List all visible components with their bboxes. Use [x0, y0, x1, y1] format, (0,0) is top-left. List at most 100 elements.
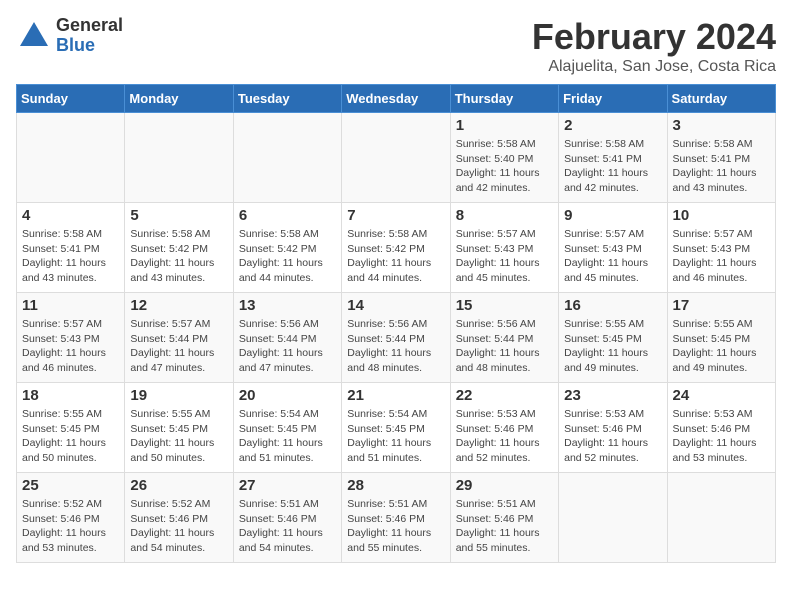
day-info: Sunrise: 5:55 AM Sunset: 5:45 PM Dayligh… [564, 317, 661, 376]
day-info: Sunrise: 5:58 AM Sunset: 5:41 PM Dayligh… [22, 227, 119, 286]
day-number: 5 [130, 207, 227, 224]
day-info: Sunrise: 5:58 AM Sunset: 5:42 PM Dayligh… [239, 227, 336, 286]
logo-blue: Blue [56, 36, 123, 56]
calendar-day-cell: 4 Sunrise: 5:58 AM Sunset: 5:41 PM Daylig… [17, 203, 125, 293]
day-number: 16 [564, 297, 661, 314]
calendar-day-cell: 10 Sunrise: 5:57 AM Sunset: 5:43 PM Dayli… [667, 203, 775, 293]
calendar-day-cell: 28 Sunrise: 5:51 AM Sunset: 5:46 PM Dayli… [342, 473, 450, 563]
weekday-header: Monday [125, 85, 233, 113]
day-info: Sunrise: 5:58 AM Sunset: 5:40 PM Dayligh… [456, 137, 553, 196]
calendar-week-row: 11 Sunrise: 5:57 AM Sunset: 5:43 PM Dayli… [17, 293, 776, 383]
weekday-header: Sunday [17, 85, 125, 113]
calendar-day-cell [125, 113, 233, 203]
day-number: 8 [456, 207, 553, 224]
day-number: 7 [347, 207, 444, 224]
calendar-day-cell [233, 113, 341, 203]
calendar-day-cell: 13 Sunrise: 5:56 AM Sunset: 5:44 PM Dayli… [233, 293, 341, 383]
calendar-day-cell: 7 Sunrise: 5:58 AM Sunset: 5:42 PM Daylig… [342, 203, 450, 293]
calendar-week-row: 1Sunrise: 5:58 AM Sunset: 5:40 PM Daylig… [17, 113, 776, 203]
calendar-day-cell: 3 Sunrise: 5:58 AM Sunset: 5:41 PM Daylig… [667, 113, 775, 203]
location: Alajuelita, San Jose, Costa Rica [532, 58, 776, 76]
day-info: Sunrise: 5:57 AM Sunset: 5:43 PM Dayligh… [673, 227, 770, 286]
day-info: Sunrise: 5:51 AM Sunset: 5:46 PM Dayligh… [456, 497, 553, 556]
calendar-day-cell: 21Sunrise: 5:54 AM Sunset: 5:45 PM Dayli… [342, 383, 450, 473]
day-info: Sunrise: 5:53 AM Sunset: 5:46 PM Dayligh… [456, 407, 553, 466]
day-number: 25 [22, 477, 119, 494]
title-block: February 2024 Alajuelita, San Jose, Cost… [532, 16, 776, 76]
day-info: Sunrise: 5:54 AM Sunset: 5:45 PM Dayligh… [239, 407, 336, 466]
weekday-header: Friday [559, 85, 667, 113]
day-number: 19 [130, 387, 227, 404]
calendar-day-cell: 14 Sunrise: 5:56 AM Sunset: 5:44 PM Dayli… [342, 293, 450, 383]
day-info: Sunrise: 5:52 AM Sunset: 5:46 PM Dayligh… [22, 497, 119, 556]
day-info: Sunrise: 5:58 AM Sunset: 5:41 PM Dayligh… [673, 137, 770, 196]
weekday-header: Wednesday [342, 85, 450, 113]
day-info: Sunrise: 5:56 AM Sunset: 5:44 PM Dayligh… [347, 317, 444, 376]
calendar-day-cell: 22 Sunrise: 5:53 AM Sunset: 5:46 PM Dayli… [450, 383, 558, 473]
day-number: 23 [564, 387, 661, 404]
day-info: Sunrise: 5:58 AM Sunset: 5:42 PM Dayligh… [130, 227, 227, 286]
day-info: Sunrise: 5:57 AM Sunset: 5:43 PM Dayligh… [456, 227, 553, 286]
calendar-day-cell: 12 Sunrise: 5:57 AM Sunset: 5:44 PM Dayli… [125, 293, 233, 383]
logo: General Blue [16, 16, 123, 56]
day-info: Sunrise: 5:52 AM Sunset: 5:46 PM Dayligh… [130, 497, 227, 556]
day-info: Sunrise: 5:53 AM Sunset: 5:46 PM Dayligh… [564, 407, 661, 466]
day-number: 3 [673, 117, 770, 134]
calendar-day-cell: 9 Sunrise: 5:57 AM Sunset: 5:43 PM Daylig… [559, 203, 667, 293]
calendar-day-cell: 26 Sunrise: 5:52 AM Sunset: 5:46 PM Dayli… [125, 473, 233, 563]
month-title: February 2024 [532, 16, 776, 58]
calendar-day-cell: 17 Sunrise: 5:55 AM Sunset: 5:45 PM Dayli… [667, 293, 775, 383]
calendar-table: SundayMondayTuesdayWednesdayThursdayFrid… [16, 84, 776, 563]
day-number: 15 [456, 297, 553, 314]
weekday-header: Tuesday [233, 85, 341, 113]
day-number: 17 [673, 297, 770, 314]
day-info: Sunrise: 5:51 AM Sunset: 5:46 PM Dayligh… [347, 497, 444, 556]
calendar-day-cell: 19Sunrise: 5:55 AM Sunset: 5:45 PM Dayli… [125, 383, 233, 473]
day-number: 27 [239, 477, 336, 494]
day-number: 21 [347, 387, 444, 404]
weekday-header: Thursday [450, 85, 558, 113]
day-info: Sunrise: 5:57 AM Sunset: 5:43 PM Dayligh… [564, 227, 661, 286]
day-info: Sunrise: 5:57 AM Sunset: 5:43 PM Dayligh… [22, 317, 119, 376]
day-number: 10 [673, 207, 770, 224]
weekday-header-row: SundayMondayTuesdayWednesdayThursdayFrid… [17, 85, 776, 113]
calendar-week-row: 25 Sunrise: 5:52 AM Sunset: 5:46 PM Dayli… [17, 473, 776, 563]
calendar-day-cell: 15 Sunrise: 5:56 AM Sunset: 5:44 PM Dayli… [450, 293, 558, 383]
logo-text: General Blue [56, 16, 123, 56]
calendar-day-cell [17, 113, 125, 203]
day-number: 28 [347, 477, 444, 494]
day-info: Sunrise: 5:55 AM Sunset: 5:45 PM Dayligh… [673, 317, 770, 376]
day-number: 9 [564, 207, 661, 224]
calendar-day-cell [667, 473, 775, 563]
calendar-day-cell: 20Sunrise: 5:54 AM Sunset: 5:45 PM Dayli… [233, 383, 341, 473]
calendar-day-cell: 16 Sunrise: 5:55 AM Sunset: 5:45 PM Dayli… [559, 293, 667, 383]
calendar-day-cell: 1Sunrise: 5:58 AM Sunset: 5:40 PM Daylig… [450, 113, 558, 203]
weekday-header: Saturday [667, 85, 775, 113]
day-number: 18 [22, 387, 119, 404]
day-number: 22 [456, 387, 553, 404]
day-number: 29 [456, 477, 553, 494]
calendar-day-cell [559, 473, 667, 563]
day-number: 24 [673, 387, 770, 404]
day-number: 26 [130, 477, 227, 494]
day-number: 13 [239, 297, 336, 314]
calendar-day-cell: 23 Sunrise: 5:53 AM Sunset: 5:46 PM Dayli… [559, 383, 667, 473]
day-number: 14 [347, 297, 444, 314]
day-number: 12 [130, 297, 227, 314]
day-info: Sunrise: 5:57 AM Sunset: 5:44 PM Dayligh… [130, 317, 227, 376]
calendar-week-row: 18 Sunrise: 5:55 AM Sunset: 5:45 PM Dayli… [17, 383, 776, 473]
day-info: Sunrise: 5:53 AM Sunset: 5:46 PM Dayligh… [673, 407, 770, 466]
day-number: 6 [239, 207, 336, 224]
calendar-day-cell [342, 113, 450, 203]
calendar-day-cell: 24 Sunrise: 5:53 AM Sunset: 5:46 PM Dayli… [667, 383, 775, 473]
day-info: Sunrise: 5:56 AM Sunset: 5:44 PM Dayligh… [456, 317, 553, 376]
calendar-day-cell: 8 Sunrise: 5:57 AM Sunset: 5:43 PM Daylig… [450, 203, 558, 293]
day-number: 11 [22, 297, 119, 314]
calendar-day-cell: 11 Sunrise: 5:57 AM Sunset: 5:43 PM Dayli… [17, 293, 125, 383]
day-info: Sunrise: 5:58 AM Sunset: 5:42 PM Dayligh… [347, 227, 444, 286]
day-number: 4 [22, 207, 119, 224]
day-info: Sunrise: 5:55 AM Sunset: 5:45 PM Dayligh… [22, 407, 119, 466]
logo-icon [16, 18, 52, 54]
calendar-day-cell: 5 Sunrise: 5:58 AM Sunset: 5:42 PM Daylig… [125, 203, 233, 293]
day-info: Sunrise: 5:56 AM Sunset: 5:44 PM Dayligh… [239, 317, 336, 376]
